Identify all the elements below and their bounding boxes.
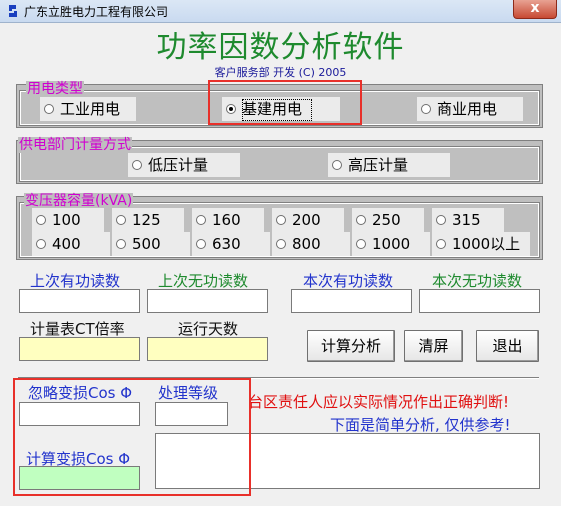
calculate-button[interactable]: 计算分析 xyxy=(307,330,395,362)
radio-cap-160[interactable]: 160 xyxy=(192,208,264,232)
highlight-usage-type xyxy=(208,80,362,125)
this-active-label: 本次有功读数 xyxy=(303,272,394,290)
last-reactive-label: 上次无功读数 xyxy=(158,272,249,290)
radio-cap-500[interactable]: 500 xyxy=(112,232,190,256)
notice-line2: 下面是简单分析, 仅供参考! xyxy=(330,416,511,434)
radio-icon xyxy=(132,160,142,170)
radio-high-voltage[interactable]: 高压计量 xyxy=(328,153,450,177)
radio-icon xyxy=(276,239,286,249)
this-active-input[interactable] xyxy=(291,289,412,313)
run-days-input[interactable] xyxy=(147,337,268,361)
radio-icon xyxy=(436,215,446,225)
ct-ratio-label: 计量表CT倍率 xyxy=(30,320,125,338)
radio-cap-100[interactable]: 100 xyxy=(32,208,104,232)
usage-type-label: 用电类型 xyxy=(26,81,84,97)
metering-label: 供电部门计量方式 xyxy=(18,137,132,153)
this-reactive-label: 本次无功读数 xyxy=(432,272,523,290)
radio-icon xyxy=(36,239,46,249)
radio-icon xyxy=(332,160,342,170)
last-active-input[interactable] xyxy=(19,289,140,313)
radio-cap-800[interactable]: 800 xyxy=(272,232,350,256)
radio-icon xyxy=(276,215,286,225)
radio-cap-315[interactable]: 315 xyxy=(432,208,504,232)
this-reactive-input[interactable] xyxy=(419,289,540,313)
window-title: 广东立胜电力工程有限公司 xyxy=(24,5,169,19)
radio-icon xyxy=(116,239,126,249)
radio-cap-125[interactable]: 125 xyxy=(112,208,184,232)
radio-cap-200[interactable]: 200 xyxy=(272,208,344,232)
radio-low-voltage[interactable]: 低压计量 xyxy=(128,153,240,177)
close-button[interactable]: x xyxy=(513,0,557,19)
radio-icon xyxy=(36,215,46,225)
radio-cap-630[interactable]: 630 xyxy=(192,232,270,256)
radio-icon xyxy=(196,239,206,249)
exit-button[interactable]: 退出 xyxy=(476,330,539,362)
last-active-label: 上次有功读数 xyxy=(30,272,121,290)
ct-ratio-input[interactable] xyxy=(19,337,140,361)
radio-icon xyxy=(116,215,126,225)
app-icon xyxy=(9,5,17,17)
clear-button[interactable]: 清屏 xyxy=(404,330,463,362)
title-bar: 广东立胜电力工程有限公司 x xyxy=(0,0,561,23)
radio-cap-1000[interactable]: 1000 xyxy=(352,232,430,256)
radio-cap-250[interactable]: 250 xyxy=(352,208,424,232)
radio-icon xyxy=(44,104,54,114)
close-icon: x xyxy=(530,0,540,16)
highlight-results xyxy=(13,378,251,496)
radio-icon xyxy=(356,239,366,249)
radio-icon xyxy=(196,215,206,225)
capacity-label: 变压器容量(kVA) xyxy=(24,193,134,209)
radio-icon xyxy=(436,239,446,249)
radio-industrial[interactable]: 工业用电 xyxy=(40,97,136,121)
radio-icon xyxy=(421,104,431,114)
last-reactive-input[interactable] xyxy=(147,289,268,313)
app-title: 功率因数分析软件 xyxy=(156,30,405,65)
radio-cap-1000-plus[interactable]: 1000以上 xyxy=(432,232,530,256)
notice-line1: 台区责任人应以实际情况作出正确判断! xyxy=(248,393,510,411)
radio-cap-400[interactable]: 400 xyxy=(32,232,110,256)
radio-commercial[interactable]: 商业用电 xyxy=(417,97,523,121)
app-window: 广东立胜电力工程有限公司 x 功率因数分析软件 客户服务部 开发 (C) 200… xyxy=(0,0,561,506)
radio-icon xyxy=(356,215,366,225)
run-days-label: 运行天数 xyxy=(178,320,239,338)
app-subtitle: 客户服务部 开发 (C) 2005 xyxy=(214,66,347,79)
